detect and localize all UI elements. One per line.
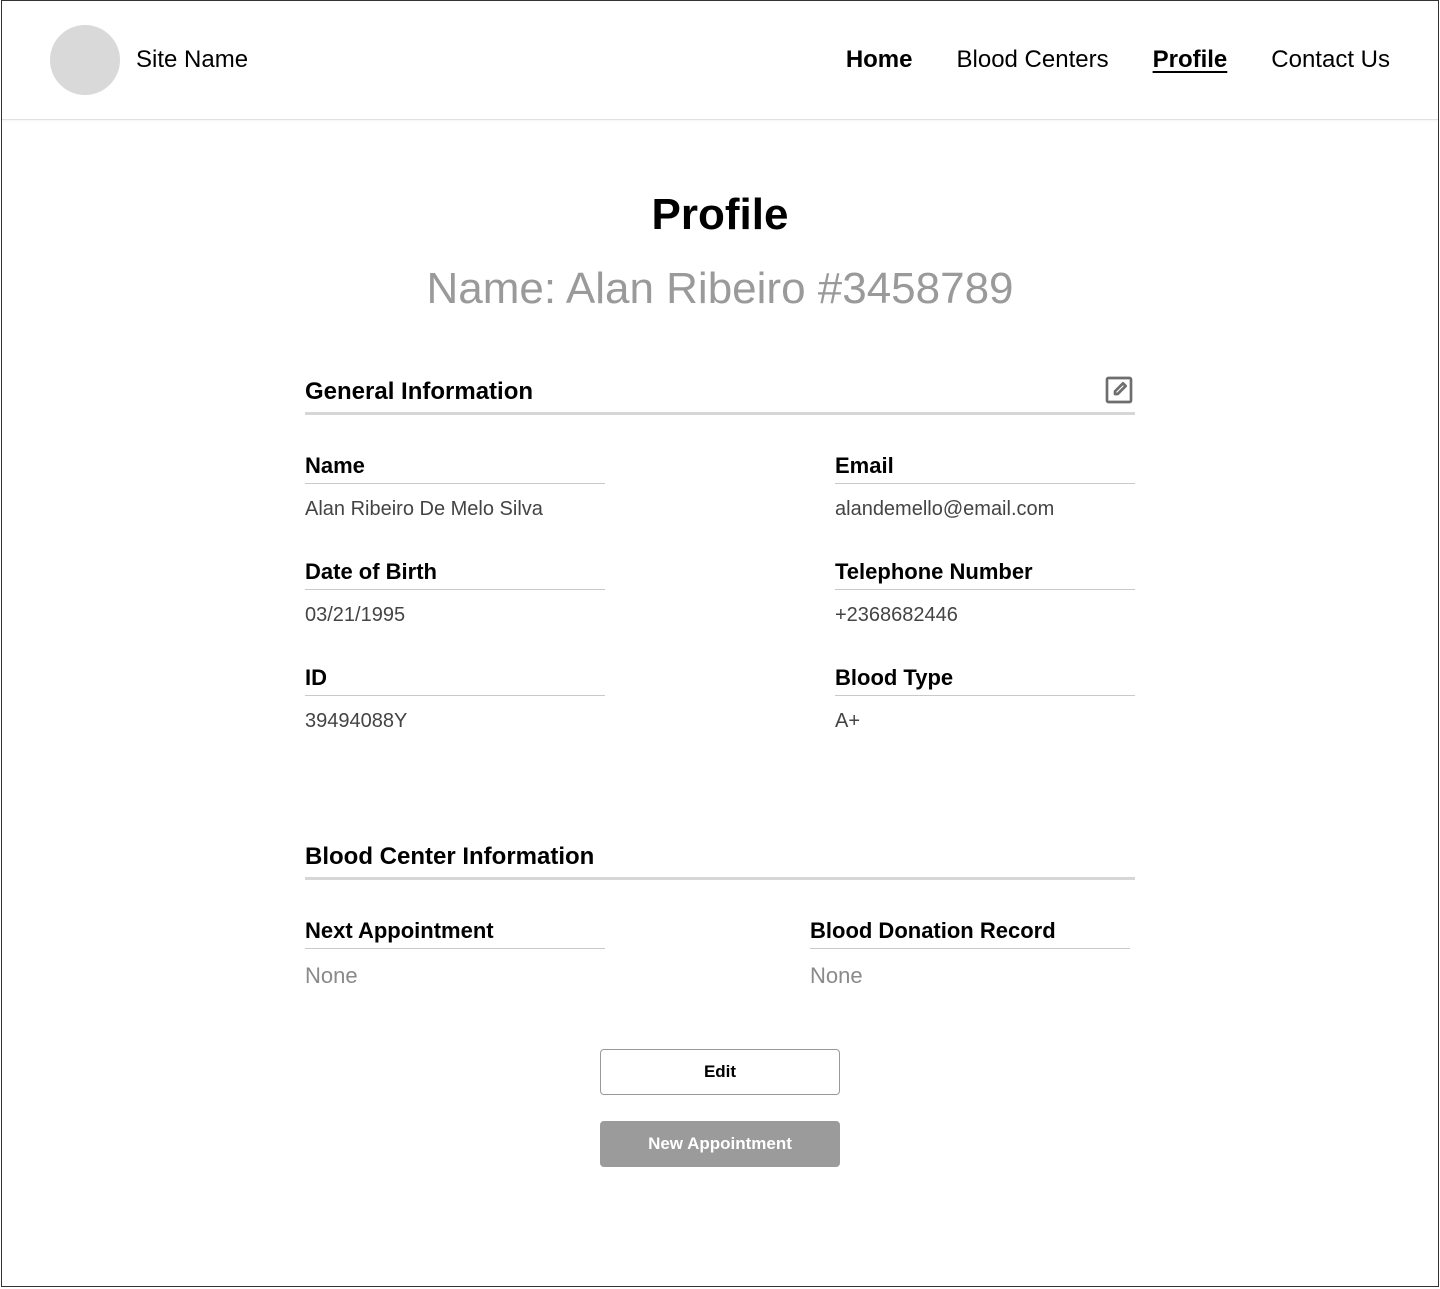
field-value-next-appointment: None <box>305 963 630 989</box>
field-donation-record: Blood Donation Record None <box>810 918 1135 989</box>
new-appointment-button[interactable]: New Appointment <box>600 1121 840 1167</box>
field-email: Email alandemello@email.com <box>835 453 1135 521</box>
field-value-id: 39494088Y <box>305 710 605 733</box>
field-label-blood-type: Blood Type <box>835 665 1135 696</box>
field-value-donation-record: None <box>810 963 1135 989</box>
field-value-name: Alan Ribeiro De Melo Silva <box>305 498 605 521</box>
field-id: ID 39494088Y <box>305 665 605 733</box>
field-dob: Date of Birth 03/21/1995 <box>305 559 605 627</box>
brand: Site Name <box>50 25 248 95</box>
field-blood-type: Blood Type A+ <box>835 665 1135 733</box>
edit-icon[interactable] <box>1103 374 1135 406</box>
page-title: Profile <box>2 190 1438 240</box>
field-label-telephone: Telephone Number <box>835 559 1135 590</box>
field-name: Name Alan Ribeiro De Melo Silva <box>305 453 605 521</box>
header: Site Name Home Blood Centers Profile Con… <box>2 1 1438 120</box>
section-header-blood-center: Blood Center Information <box>305 843 1135 880</box>
field-value-dob: 03/21/1995 <box>305 604 605 627</box>
section-header-general: General Information <box>305 374 1135 415</box>
section-title-blood-center: Blood Center Information <box>305 843 594 871</box>
field-telephone: Telephone Number +2368682446 <box>835 559 1135 627</box>
content: General Information Name Alan Ribeiro De… <box>305 374 1135 1167</box>
site-name: Site Name <box>136 46 248 74</box>
edit-button[interactable]: Edit <box>600 1049 840 1095</box>
nav-home[interactable]: Home <box>846 46 913 74</box>
nav-contact-us[interactable]: Contact Us <box>1271 46 1390 74</box>
field-label-email: Email <box>835 453 1135 484</box>
general-info-grid: Name Alan Ribeiro De Melo Silva Email al… <box>305 453 1135 733</box>
field-value-email: alandemello@email.com <box>835 498 1135 521</box>
field-label-dob: Date of Birth <box>305 559 605 590</box>
main: Profile Name: Alan Ribeiro #3458789 Gene… <box>2 120 1438 1167</box>
nav-blood-centers[interactable]: Blood Centers <box>957 46 1109 74</box>
logo <box>50 25 120 95</box>
field-value-telephone: +2368682446 <box>835 604 1135 627</box>
blood-center-grid: Next Appointment None Blood Donation Rec… <box>305 918 1135 989</box>
main-nav: Home Blood Centers Profile Contact Us <box>846 46 1390 74</box>
page-subtitle: Name: Alan Ribeiro #3458789 <box>2 264 1438 314</box>
field-label-donation-record: Blood Donation Record <box>810 918 1130 949</box>
button-stack: Edit New Appointment <box>305 1049 1135 1167</box>
field-next-appointment: Next Appointment None <box>305 918 630 989</box>
field-label-id: ID <box>305 665 605 696</box>
field-value-blood-type: A+ <box>835 710 1135 733</box>
field-label-next-appointment: Next Appointment <box>305 918 605 949</box>
nav-profile[interactable]: Profile <box>1153 46 1228 74</box>
section-title-general: General Information <box>305 378 533 406</box>
field-label-name: Name <box>305 453 605 484</box>
